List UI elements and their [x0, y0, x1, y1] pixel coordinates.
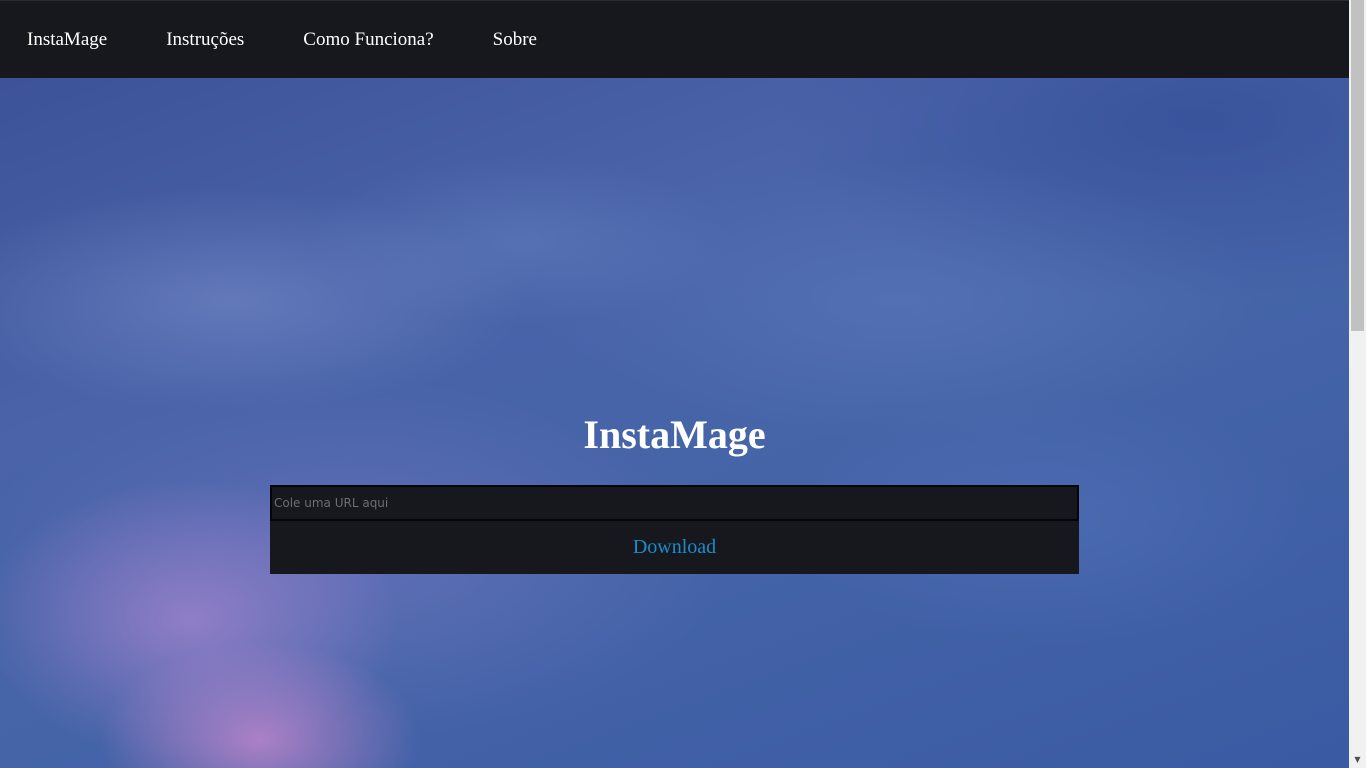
top-navbar: InstaMage Instruções Como Funciona? Sobr… [0, 0, 1349, 78]
url-input[interactable] [270, 485, 1079, 521]
download-form: Download [270, 485, 1079, 574]
download-button[interactable]: Download [270, 521, 1079, 574]
nav-link-como-funciona[interactable]: Como Funciona? [303, 29, 433, 51]
page-title: InstaMage [583, 412, 766, 457]
nav-link-sobre[interactable]: Sobre [493, 29, 537, 51]
nav-link-instamage[interactable]: InstaMage [27, 29, 107, 51]
hero-background [0, 0, 1349, 768]
chevron-down-icon[interactable]: ▼ [1349, 751, 1366, 768]
nav-link-instrucoes[interactable]: Instruções [166, 29, 244, 51]
scrollbar-thumb[interactable] [1351, 0, 1364, 331]
vertical-scrollbar[interactable]: ▼ [1349, 0, 1366, 768]
